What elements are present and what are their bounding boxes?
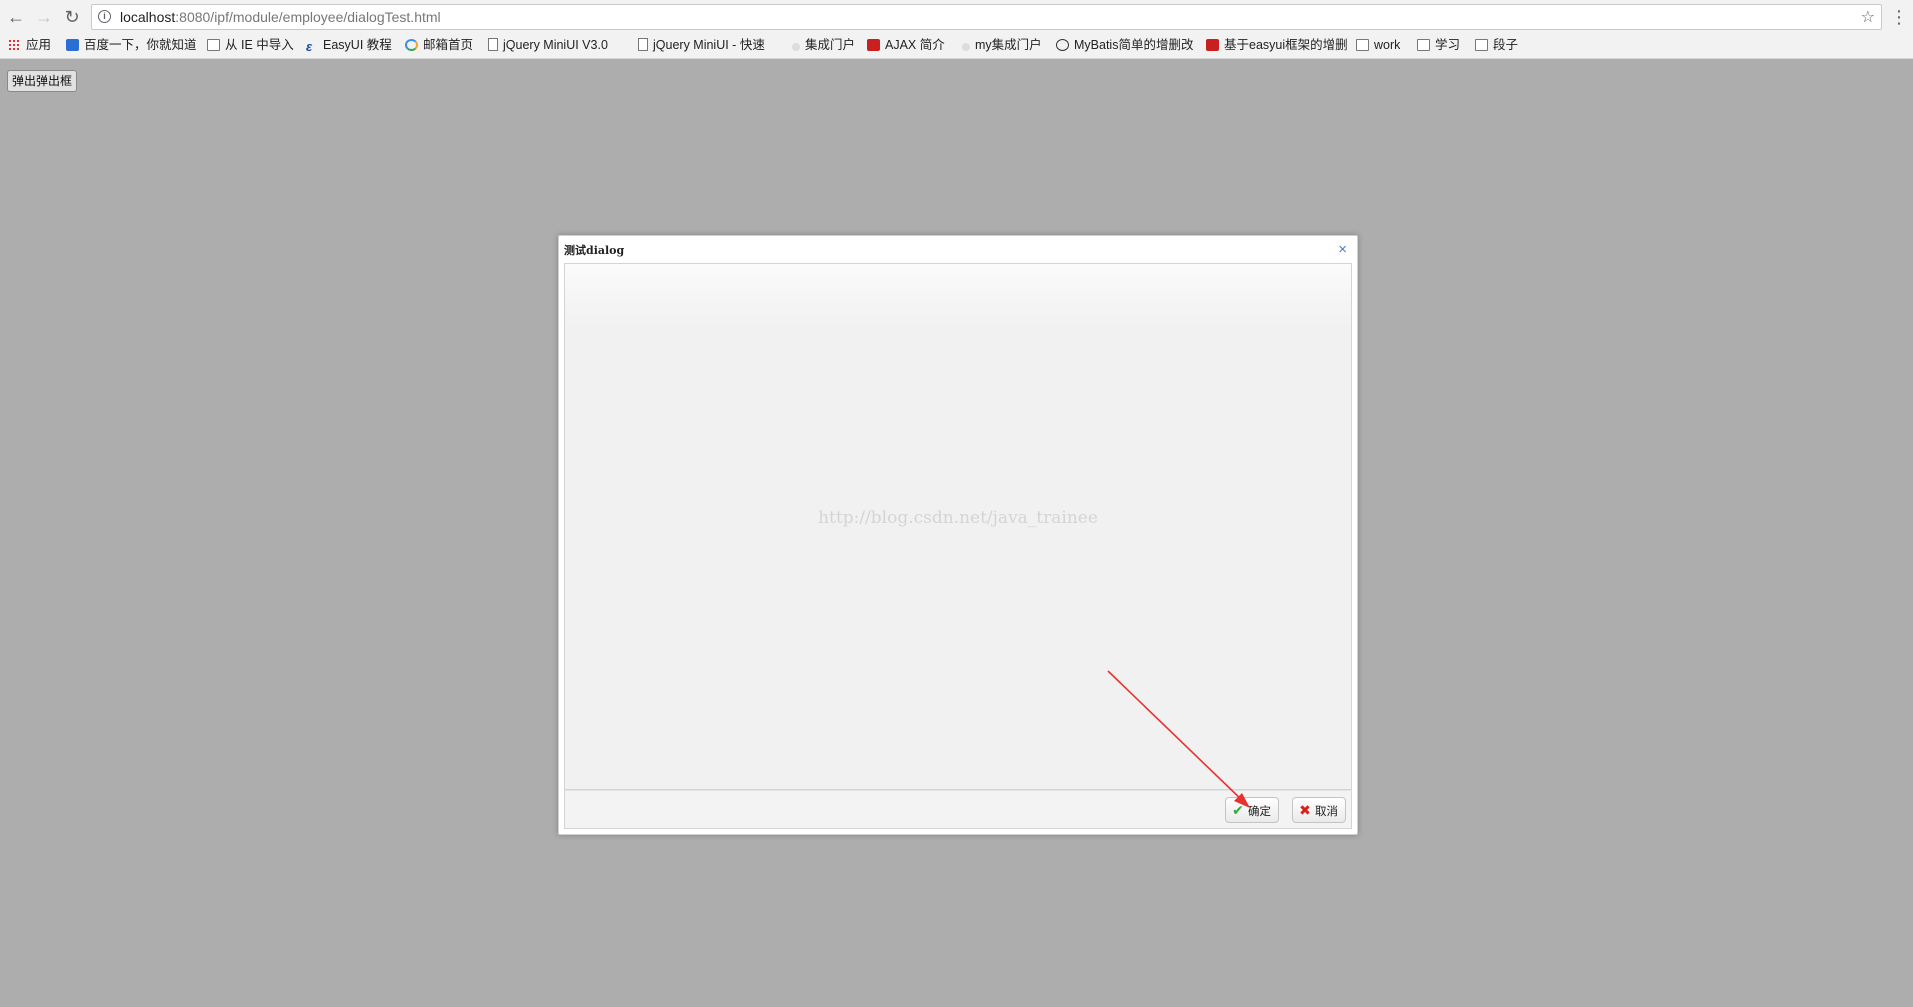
bookmark-label: 应用 <box>26 38 52 52</box>
bookmark-label: 段子 <box>1493 38 1519 52</box>
folder-icon <box>1475 39 1488 51</box>
bookmark-mybatis[interactable]: MyBatis简单的增删改 <box>1056 36 1201 54</box>
browser-chrome: ← → ↻ i localhost:8080/ipf/module/employ… <box>0 0 1913 59</box>
check-icon: ✔ <box>1232 802 1244 818</box>
watermark: http://blog.csdn.net/java_trainee <box>818 508 1098 528</box>
bookmark-label: 集成门户 <box>805 38 856 52</box>
folder-icon <box>207 39 220 51</box>
bookmark-star-icon[interactable]: ☆ <box>1861 7 1875 27</box>
bookmark-label: 邮箱首页 <box>423 38 474 52</box>
test-dialog: 测试dialog × http://blog.csdn.net/java_tra… <box>558 235 1358 835</box>
github-icon <box>1056 39 1069 51</box>
baidu-icon <box>66 39 79 51</box>
bookmark-portal[interactable]: 集成门户 <box>792 36 855 54</box>
bookmark-label: EasyUI 教程 <box>323 38 392 52</box>
bookmark-label: 从 IE 中导入 <box>225 38 294 52</box>
site-info-icon[interactable]: i <box>98 10 111 23</box>
bookmark-ajax[interactable]: AJAX 简介 <box>867 36 945 54</box>
bookmark-label: my集成门户 <box>975 38 1042 52</box>
site-icon <box>792 43 800 51</box>
bookmark-ie-import[interactable]: 从 IE 中导入 <box>207 36 294 54</box>
address-bar[interactable]: i localhost:8080/ipf/module/employee/dia… <box>91 4 1882 30</box>
site-icon <box>962 43 970 51</box>
open-dialog-button[interactable]: 弹出弹出框 <box>7 70 78 92</box>
url-path: :8080/ipf/module/employee/dialogTest.htm… <box>175 9 441 25</box>
forward-icon[interactable]: → <box>33 6 55 28</box>
bookmark-label: jQuery MiniUI - 快速 <box>653 38 765 52</box>
chrome-icon <box>405 39 418 51</box>
back-icon[interactable]: ← <box>5 6 27 28</box>
bookmark-easyui[interactable]: ε EasyUI 教程 <box>306 36 392 54</box>
w3-icon <box>867 39 880 51</box>
csdn-icon <box>1206 39 1219 51</box>
bookmark-miniui-fast[interactable]: jQuery MiniUI - 快速 <box>638 36 783 54</box>
bookmark-label: AJAX 简介 <box>885 38 945 52</box>
bookmark-apps[interactable]: 应用 <box>8 36 51 54</box>
bookmark-study[interactable]: 学习 <box>1417 36 1460 54</box>
bookmark-label: jQuery MiniUI V3.0 <box>503 38 608 52</box>
bookmark-label: 学习 <box>1435 38 1461 52</box>
bookmark-miniui-v3[interactable]: jQuery MiniUI V3.0 <box>488 36 628 54</box>
url-host: localhost <box>120 9 176 25</box>
cancel-button[interactable]: ✖ 取消 <box>1292 797 1346 823</box>
ok-button-label: 确定 <box>1248 806 1271 818</box>
close-icon[interactable]: × <box>1338 242 1347 258</box>
bookmark-label: MyBatis简单的增删改 <box>1074 38 1194 52</box>
bookmark-my-portal[interactable]: my集成门户 <box>962 36 1042 54</box>
folder-icon <box>1356 39 1369 51</box>
menu-icon[interactable]: ⋮ <box>1890 6 1908 28</box>
bookmark-easyui-crud[interactable]: 基于easyui框架的增删 <box>1206 36 1348 54</box>
cross-icon: ✖ <box>1299 802 1311 818</box>
bookmark-mail[interactable]: 邮箱首页 <box>405 36 473 54</box>
page-icon <box>638 38 648 51</box>
bookmark-label: 基于easyui框架的增删 <box>1224 38 1348 52</box>
ok-button[interactable]: ✔ 确定 <box>1225 797 1279 823</box>
folder-icon <box>1417 39 1430 51</box>
apps-icon <box>8 39 21 51</box>
bookmark-work[interactable]: work <box>1356 36 1400 54</box>
url-text[interactable]: localhost:8080/ipf/module/employee/dialo… <box>120 9 441 25</box>
reload-icon[interactable]: ↻ <box>61 6 83 28</box>
dialog-title: 测试dialog <box>564 244 625 257</box>
page-icon <box>488 38 498 51</box>
bookmark-label: 百度一下，你就知道 <box>84 38 197 52</box>
easyui-icon: ε <box>306 39 313 54</box>
dialog-body: http://blog.csdn.net/java_trainee <box>564 263 1352 790</box>
dialog-footer: ✔ 确定 ✖ 取消 <box>564 790 1352 829</box>
cancel-button-label: 取消 <box>1315 806 1338 818</box>
bookmark-label: work <box>1374 38 1401 52</box>
bookmark-baidu[interactable]: 百度一下，你就知道 <box>66 36 197 54</box>
bookmark-jokes[interactable]: 段子 <box>1475 36 1518 54</box>
